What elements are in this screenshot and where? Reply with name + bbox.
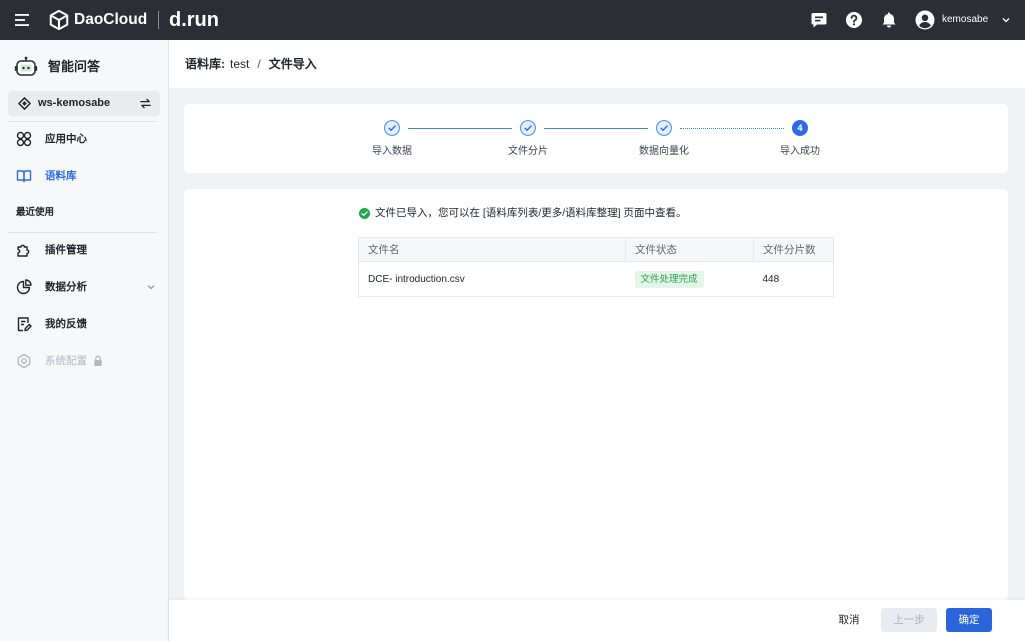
app-title: 智能问答 [48, 59, 101, 74]
feedback-icon [16, 316, 32, 332]
sidebar: 智能问答 ws-kemosabe 应用中心 语料库 最近使用 插件管理 数据分析… [0, 40, 169, 641]
puzzle-icon [16, 242, 32, 258]
step-label: 导入成功 [780, 146, 820, 157]
table-header-row: 文件名 文件状态 文件分片数 [358, 237, 834, 262]
product-logo[interactable]: d.run [169, 7, 219, 33]
message-icon[interactable] [810, 11, 828, 29]
breadcrumb: 语料库: test / 文件导入 [185, 56, 317, 72]
step-number: 4 [792, 120, 808, 136]
import-steps: 导入数据 文件分片 数据向量化 4 导入成功 [184, 104, 1008, 173]
status-badge: 文件处理完成 [634, 270, 704, 288]
chunk-count-cell: 448 [762, 273, 780, 285]
username: kemosabe [942, 14, 989, 25]
brand-name[interactable]: DaoCloud [74, 9, 147, 31]
breadcrumb-corpus-section[interactable]: 语料库: [185, 57, 225, 71]
book-icon [16, 168, 32, 184]
breadcrumb-current-page: 文件导入 [268, 57, 317, 71]
pie-chart-icon [16, 279, 32, 295]
help-icon[interactable] [845, 11, 863, 29]
daocloud-logo-icon [48, 9, 70, 31]
action-footer: 取消 上一步 确定 [169, 600, 1025, 641]
logo-divider [158, 11, 159, 29]
user-menu[interactable]: kemosabe [915, 0, 1015, 40]
step-label: 导入数据 [372, 146, 412, 157]
robot-icon [14, 56, 38, 78]
table-row: DCE- introduction.csv 文件处理完成 448 [359, 262, 834, 297]
sidebar-item-label: 我的反馈 [45, 318, 87, 330]
success-message: 文件已导入，您可以在 [语料库列表/更多/语料库整理] 页面中查看。 [375, 207, 687, 219]
confirm-button[interactable]: 确定 [946, 608, 992, 632]
column-header-file-status: 文件状态 [625, 237, 754, 262]
chevron-down-icon [1001, 15, 1011, 25]
switch-icon[interactable] [139, 97, 152, 110]
step-vectorization: 数据向量化 [614, 120, 714, 159]
column-header-chunk-count: 文件分片数 [753, 237, 834, 262]
check-circle-icon [384, 120, 400, 136]
breadcrumb-separator: / [257, 57, 261, 71]
sidebar-item-data-analysis[interactable]: 数据分析 [0, 270, 168, 304]
step-file-chunking: 文件分片 [478, 120, 578, 159]
success-check-icon [359, 208, 370, 219]
app-grid-icon [16, 131, 32, 147]
lock-icon [93, 355, 103, 367]
sidebar-item-feedback[interactable]: 我的反馈 [0, 307, 168, 341]
workspace-diamond-icon [18, 97, 31, 110]
column-header-file-name: 文件名 [358, 237, 626, 262]
menu-icon[interactable] [15, 13, 31, 27]
top-navigation-bar: DaoCloud d.run kemosabe [0, 0, 1025, 40]
check-circle-icon [656, 120, 672, 136]
chevron-down-icon[interactable] [146, 282, 156, 292]
cancel-button[interactable]: 取消 [832, 608, 866, 632]
sidebar-item-system-settings[interactable]: 系统配置 [0, 344, 168, 378]
sidebar-item-plugins[interactable]: 插件管理 [0, 233, 168, 267]
check-circle-icon [520, 120, 536, 136]
sidebar-item-label: 数据分析 [45, 281, 87, 293]
sidebar-item-label: 系统配置 [45, 355, 87, 367]
workspace-name: ws-kemosabe [38, 97, 111, 109]
step-label: 文件分片 [508, 146, 548, 157]
sidebar-item-label: 应用中心 [45, 133, 87, 145]
step-import-success: 4 导入成功 [750, 120, 850, 159]
page-header: 语料库: test / 文件导入 [169, 40, 1025, 88]
previous-step-button[interactable]: 上一步 [881, 608, 937, 632]
breadcrumb-corpus-name[interactable]: test [230, 57, 249, 71]
user-avatar-icon [915, 10, 935, 30]
imported-files-table: 文件名 文件状态 文件分片数 DCE- introduction.csv 文件处… [358, 237, 834, 297]
workspace-selector[interactable]: ws-kemosabe [8, 91, 160, 116]
step-label: 数据向量化 [639, 146, 689, 157]
file-name-cell: DCE- introduction.csv [368, 273, 465, 285]
recent-section-title: 最近使用 [16, 207, 55, 218]
sidebar-item-app-center[interactable]: 应用中心 [0, 122, 168, 156]
step-import-data: 导入数据 [342, 120, 442, 159]
sidebar-item-label: 语料库 [45, 170, 77, 182]
bell-icon[interactable] [880, 11, 898, 29]
import-result-panel: 文件已导入，您可以在 [语料库列表/更多/语料库整理] 页面中查看。 文件名 文… [184, 189, 1008, 600]
file-status-cell: 文件处理完成 [626, 262, 754, 297]
sidebar-item-corpus[interactable]: 语料库 [0, 159, 168, 193]
sidebar-item-label: 插件管理 [45, 244, 87, 256]
settings-icon [16, 353, 32, 369]
